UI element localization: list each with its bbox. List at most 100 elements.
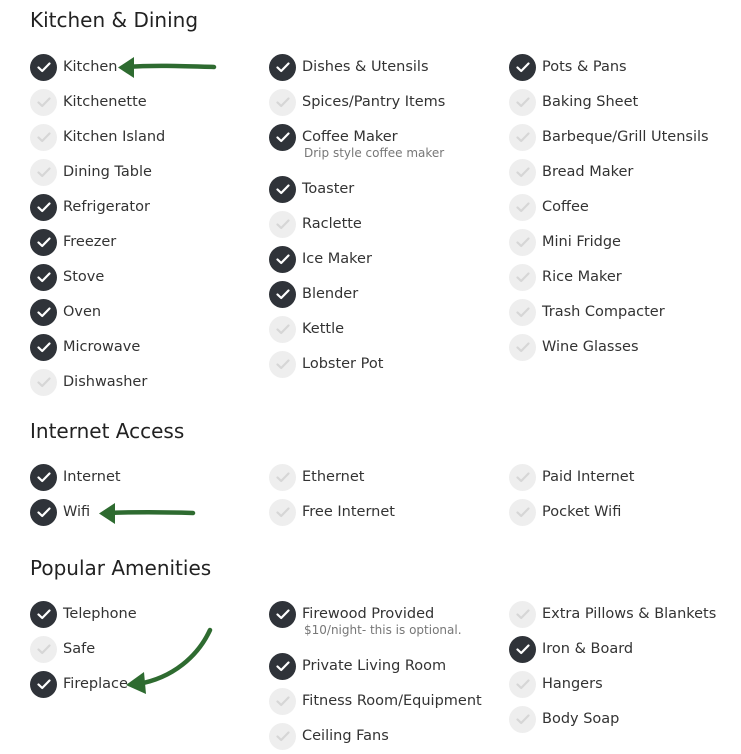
amenity-body-soap[interactable]: Body Soap <box>509 705 619 733</box>
unchecked-icon[interactable] <box>509 498 536 526</box>
checked-icon[interactable] <box>30 263 57 291</box>
checked-icon[interactable] <box>509 53 536 81</box>
unchecked-icon[interactable] <box>509 88 536 116</box>
amenity-extra-pillows-blankets[interactable]: Extra Pillows & Blankets <box>509 600 716 628</box>
unchecked-icon[interactable] <box>269 463 296 491</box>
unchecked-icon[interactable] <box>509 463 536 491</box>
checked-icon[interactable] <box>30 228 57 256</box>
amenity-oven[interactable]: Oven <box>30 298 101 326</box>
unchecked-icon[interactable] <box>509 228 536 256</box>
amenity-label: Free Internet <box>302 504 395 520</box>
amenity-label: Freezer <box>63 234 117 250</box>
amenity-label: Oven <box>63 304 102 320</box>
amenity-fireplace[interactable]: Fireplace <box>30 670 128 698</box>
amenity-bread-maker[interactable]: Bread Maker <box>509 158 633 186</box>
unchecked-icon[interactable] <box>509 123 536 151</box>
checked-icon[interactable] <box>30 463 57 491</box>
unchecked-icon[interactable] <box>269 350 296 378</box>
unchecked-icon[interactable] <box>30 123 57 151</box>
checked-icon[interactable] <box>269 123 296 151</box>
amenity-kitchenette[interactable]: Kitchenette <box>30 88 147 116</box>
unchecked-icon[interactable] <box>509 263 536 291</box>
amenity-kettle[interactable]: Kettle <box>269 315 344 343</box>
amenity-freezer[interactable]: Freezer <box>30 228 116 256</box>
amenity-microwave[interactable]: Microwave <box>30 333 140 361</box>
unchecked-icon[interactable] <box>30 368 57 396</box>
checked-icon[interactable] <box>30 670 57 698</box>
amenity-hangers[interactable]: Hangers <box>509 670 603 698</box>
amenity-label: Blender <box>302 286 359 302</box>
amenity-ice-maker[interactable]: Ice Maker <box>269 245 372 273</box>
unchecked-icon[interactable] <box>509 158 536 186</box>
amenity-telephone[interactable]: Telephone <box>30 600 137 628</box>
checked-icon[interactable] <box>30 333 57 361</box>
amenity-toaster[interactable]: Toaster <box>269 175 354 203</box>
amenity-dining-table[interactable]: Dining Table <box>30 158 152 186</box>
checked-icon[interactable] <box>30 298 57 326</box>
amenity-label: Dining Table <box>63 164 152 180</box>
amenity-mini-fridge[interactable]: Mini Fridge <box>509 228 621 256</box>
amenity-dishwasher[interactable]: Dishwasher <box>30 368 147 396</box>
checked-icon[interactable] <box>30 193 57 221</box>
amenity-rice-maker[interactable]: Rice Maker <box>509 263 622 291</box>
unchecked-icon[interactable] <box>509 705 536 733</box>
unchecked-icon[interactable] <box>509 193 536 221</box>
section-title-popular-amenities: Popular Amenities <box>30 556 212 580</box>
checked-icon[interactable] <box>509 635 536 663</box>
unchecked-icon[interactable] <box>509 670 536 698</box>
amenity-iron-board[interactable]: Iron & Board <box>509 635 633 663</box>
amenity-safe[interactable]: Safe <box>30 635 95 663</box>
unchecked-icon[interactable] <box>509 298 536 326</box>
amenity-label: Ice Maker <box>302 251 372 267</box>
amenity-refrigerator[interactable]: Refrigerator <box>30 193 150 221</box>
unchecked-icon[interactable] <box>269 498 296 526</box>
unchecked-icon[interactable] <box>30 88 57 116</box>
unchecked-icon[interactable] <box>30 635 57 663</box>
amenity-wifi[interactable]: Wifi <box>30 498 90 526</box>
unchecked-icon[interactable] <box>30 158 57 186</box>
unchecked-icon[interactable] <box>509 600 536 628</box>
amenity-wine-glasses[interactable]: Wine Glasses <box>509 333 639 361</box>
unchecked-icon[interactable] <box>269 687 296 715</box>
checked-icon[interactable] <box>269 600 296 628</box>
section-title-kitchen-dining: Kitchen & Dining <box>30 8 199 32</box>
amenity-dishes-utensils[interactable]: Dishes & Utensils <box>269 53 429 81</box>
unchecked-icon[interactable] <box>269 88 296 116</box>
amenity-kitchen-island[interactable]: Kitchen Island <box>30 123 165 151</box>
amenity-fitness-room-equipment[interactable]: Fitness Room/Equipment <box>269 687 482 715</box>
amenity-private-living-room[interactable]: Private Living Room <box>269 652 446 680</box>
checked-icon[interactable] <box>30 600 57 628</box>
amenity-label: Firewood Provided <box>302 606 435 622</box>
amenity-barbeque-grill-utensils[interactable]: Barbeque/Grill Utensils <box>509 123 709 151</box>
checked-icon[interactable] <box>30 498 57 526</box>
checked-icon[interactable] <box>269 280 296 308</box>
unchecked-icon[interactable] <box>269 315 296 343</box>
amenity-pocket-wifi[interactable]: Pocket Wifi <box>509 498 621 526</box>
amenity-spices-pantry-items[interactable]: Spices/Pantry Items <box>269 88 445 116</box>
checked-icon[interactable] <box>269 652 296 680</box>
unchecked-icon[interactable] <box>269 210 296 238</box>
checked-icon[interactable] <box>30 53 57 81</box>
amenity-baking-sheet[interactable]: Baking Sheet <box>509 88 638 116</box>
amenity-label: Bread Maker <box>542 164 634 180</box>
amenity-blender[interactable]: Blender <box>269 280 358 308</box>
amenity-free-internet[interactable]: Free Internet <box>269 498 395 526</box>
amenity-internet[interactable]: Internet <box>30 463 121 491</box>
arrow-fireplace-icon <box>126 627 213 694</box>
amenity-ethernet[interactable]: Ethernet <box>269 463 364 491</box>
amenity-paid-internet[interactable]: Paid Internet <box>509 463 634 491</box>
amenity-ceiling-fans[interactable]: Ceiling Fans <box>269 722 389 750</box>
checked-icon[interactable] <box>269 53 296 81</box>
amenity-raclette[interactable]: Raclette <box>269 210 362 238</box>
unchecked-icon[interactable] <box>509 333 536 361</box>
amenity-kitchen[interactable]: Kitchen <box>30 53 118 81</box>
amenity-coffee[interactable]: Coffee <box>509 193 589 221</box>
unchecked-icon[interactable] <box>269 722 296 750</box>
amenity-label: Body Soap <box>542 711 620 727</box>
amenity-stove[interactable]: Stove <box>30 263 104 291</box>
amenity-lobster-pot[interactable]: Lobster Pot <box>269 350 383 378</box>
amenity-pots-pans[interactable]: Pots & Pans <box>509 53 627 81</box>
checked-icon[interactable] <box>269 175 296 203</box>
amenity-trash-compacter[interactable]: Trash Compacter <box>509 298 665 326</box>
checked-icon[interactable] <box>269 245 296 273</box>
